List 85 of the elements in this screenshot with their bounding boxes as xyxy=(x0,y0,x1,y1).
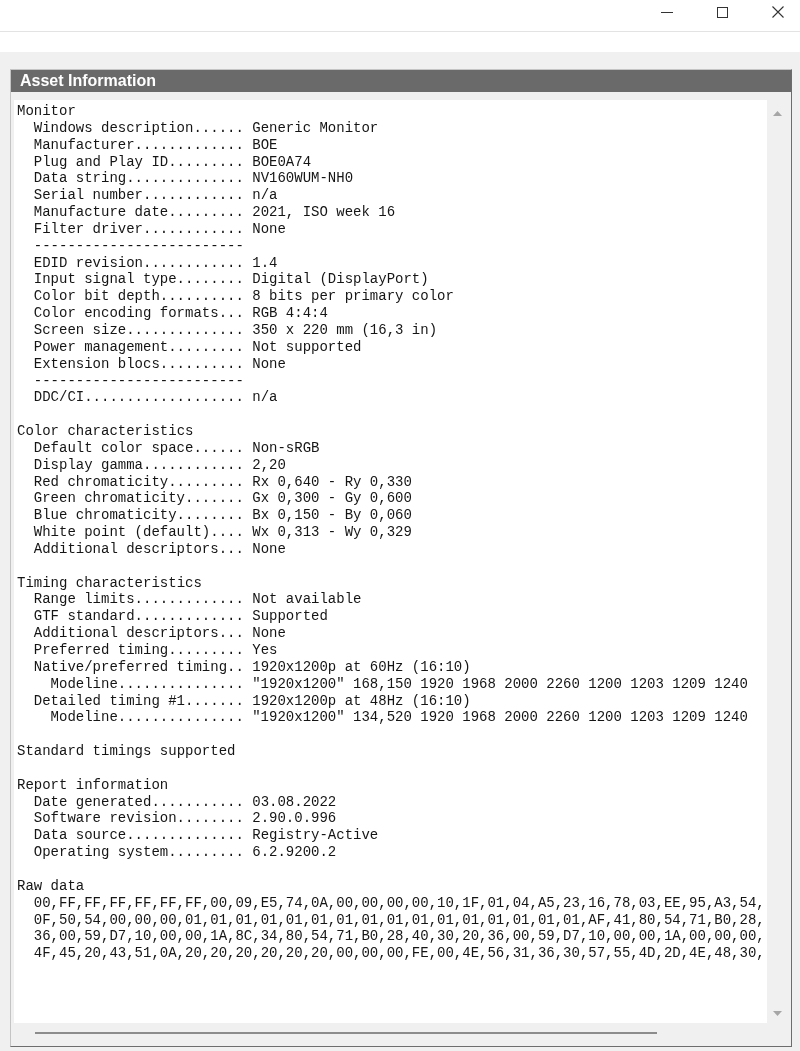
field-label: Display gamma............ xyxy=(33,456,244,473)
field-label: Input signal type........ xyxy=(33,271,244,288)
field-value: 350 x 220 mm (16,3 in) xyxy=(252,321,438,338)
field-value: Non-sRGB xyxy=(252,439,320,456)
field-value: RGB 4:4:4 xyxy=(252,305,328,322)
field-label: Detailed timing #1....... xyxy=(33,692,244,709)
raw-data-line: 36,00,59,D7,10,00,00,1A,8C,34,80,54,71,B0,28,40,30,20,36,00,59,D7,10,00,00,1A,00,00,00, xyxy=(33,928,765,945)
field-label: Modeline............... xyxy=(50,709,244,726)
field-label: Manufacturer............. xyxy=(33,136,244,153)
field-value: BOE0A74 xyxy=(252,153,312,170)
field-value: 2.90.0.996 xyxy=(252,810,337,827)
field-label: Software revision........ xyxy=(33,810,244,827)
section-heading: Color characteristics xyxy=(17,423,194,440)
field-value: Generic Monitor xyxy=(252,119,379,136)
field-label: Green chromaticity....... xyxy=(33,490,244,507)
field-label: Default color space...... xyxy=(33,439,244,456)
field-label: Power management......... xyxy=(33,338,244,355)
field-value: "1920x1200" 134,520 1920 1968 2000 2260 1200 1203 1209 1240 xyxy=(252,709,748,726)
field-value: 1920x1200p at 60Hz (16:10) xyxy=(252,658,471,675)
field-label: EDID revision............ xyxy=(33,254,244,271)
close-icon[interactable] xyxy=(772,6,784,18)
field-value: 8 bits per primary color xyxy=(252,288,454,305)
field-label: Modeline............... xyxy=(50,675,244,692)
field-value: 1920x1200p at 48Hz (16:10) xyxy=(252,692,471,709)
section-heading: Monitor xyxy=(17,103,76,119)
field-value: Not available xyxy=(252,591,362,608)
section-heading: Report information xyxy=(17,776,169,793)
scrollbar-thumb[interactable] xyxy=(35,1032,657,1034)
field-value: Wx 0,313 - Wy 0,329 xyxy=(252,524,412,541)
field-label: Screen size.............. xyxy=(33,321,244,338)
field-label: Range limits............. xyxy=(33,591,244,608)
field-value: n/a xyxy=(252,389,278,406)
field-label: Color encoding formats... xyxy=(33,305,244,322)
field-value: Digital (DisplayPort) xyxy=(252,271,429,288)
field-label: Manufacture date......... xyxy=(33,204,244,221)
field-value: 2021, ISO week 16 xyxy=(252,204,396,221)
section-heading: Raw data xyxy=(17,877,85,894)
field-value: None xyxy=(252,220,286,237)
field-value: NV160WUM-NH0 xyxy=(252,170,354,187)
field-label: Extension blocs.......... xyxy=(33,355,244,372)
field-value: "1920x1200" 168,150 1920 1968 2000 2260 1200 1203 1209 1240 xyxy=(252,675,748,692)
field-value: Registry-Active xyxy=(252,827,379,844)
field-label: Serial number............ xyxy=(33,187,244,204)
field-value: Supported xyxy=(252,608,328,625)
field-label: Red chromaticity......... xyxy=(33,473,244,490)
raw-data-line: 00,FF,FF,FF,FF,FF,FF,00,09,E5,74,0A,00,00,00,00,10,1F,01,04,A5,23,16,78,03,EE,95,A3,54, xyxy=(33,894,765,911)
field-value: 1.4 xyxy=(252,254,278,271)
field-label: Filter driver............ xyxy=(33,220,244,237)
field-label: Date generated........... xyxy=(33,793,244,810)
field-label: White point (default).... xyxy=(33,524,244,541)
field-value: None xyxy=(252,625,286,642)
field-value: BOE xyxy=(252,136,278,153)
field-label: Additional descriptors... xyxy=(33,625,244,642)
field-label: GTF standard............. xyxy=(33,608,244,625)
field-value: 2,20 xyxy=(252,456,286,473)
field-value: None xyxy=(252,540,286,557)
field-value: Bx 0,150 - By 0,060 xyxy=(252,507,412,524)
field-label: Data source.............. xyxy=(33,827,244,844)
field-value: None xyxy=(252,355,286,372)
field-value: Yes xyxy=(252,642,278,658)
field-label: Blue chromaticity........ xyxy=(33,507,244,524)
field-label: Operating system......... xyxy=(33,844,244,861)
section-heading: Timing characteristics xyxy=(17,574,202,591)
field-value: Not supported xyxy=(252,338,362,355)
field-label: Preferred timing......... xyxy=(33,642,244,658)
raw-data-line: 0F,50,54,00,00,00,01,01,01,01,01,01,01,01,01,01,01,01,01,01,01,01,AF,41,80,54,71,B0,28, xyxy=(33,911,765,928)
field-value: Rx 0,640 - Ry 0,330 xyxy=(252,473,412,490)
dashed-separator: ------------------------- xyxy=(33,237,244,254)
field-value: 6.2.9200.2 xyxy=(252,844,337,861)
raw-data-line: 4F,45,20,43,51,0A,20,20,20,20,20,20,00,00,00,FE,00,4E,56,31,36,30,57,55,4D,2D,4E,48,30, xyxy=(33,945,765,962)
field-label: Data string.............. xyxy=(33,170,244,187)
field-value: n/a xyxy=(252,187,278,204)
dashed-separator: ------------------------- xyxy=(33,372,244,389)
field-label: Color bit depth.......... xyxy=(33,288,244,305)
field-label: Additional descriptors... xyxy=(33,540,244,557)
panel-title: Asset Information xyxy=(20,72,156,90)
field-label: DDC/CI................... xyxy=(33,389,244,406)
field-label: Native/preferred timing.. xyxy=(33,658,244,675)
field-label: Plug and Play ID......... xyxy=(33,153,244,170)
section-heading: Standard timings supported xyxy=(17,743,236,760)
maximize-icon[interactable] xyxy=(717,6,728,18)
minimize-icon[interactable] xyxy=(661,11,673,13)
field-value: Gx 0,300 - Gy 0,600 xyxy=(252,490,412,507)
field-value: 03.08.2022 xyxy=(252,793,337,810)
field-label: Windows description...... xyxy=(33,119,244,136)
